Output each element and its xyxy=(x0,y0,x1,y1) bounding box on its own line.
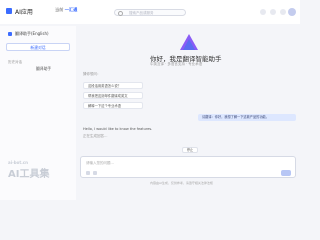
stop-button[interactable]: 停止 xyxy=(182,147,198,153)
reply-status: 正在生成回答… xyxy=(83,134,108,138)
suggestion-chip[interactable]: 帮我把这封邮件翻译成英文 xyxy=(83,92,143,99)
breadcrumb-prefix: 当前 xyxy=(55,7,64,12)
brand-name[interactable]: AI应用 xyxy=(15,7,33,16)
chat-input[interactable]: 请输入您的问题... xyxy=(80,156,296,178)
app-logo-icon[interactable] xyxy=(6,8,12,14)
new-chat-button[interactable]: 新建对话 xyxy=(6,43,70,51)
breadcrumb-link[interactable]: 一汇通 xyxy=(65,7,78,12)
image-icon[interactable] xyxy=(93,171,97,175)
suggestion-chip[interactable]: 这段话用英语怎么说？ xyxy=(83,82,143,89)
assistant-reply: Hello, I would like to know the features… xyxy=(83,127,153,131)
assistant-icon xyxy=(8,32,12,36)
help-icon[interactable] xyxy=(270,9,276,15)
bell-icon[interactable] xyxy=(260,9,266,15)
chat-input-placeholder: 请输入您的问题... xyxy=(86,161,114,165)
sidebar-title: 翻译助手(English) xyxy=(15,31,49,36)
suggestion-label: 猜你想问： xyxy=(83,72,101,76)
settings-icon[interactable] xyxy=(280,9,286,15)
search-icon xyxy=(118,10,123,16)
suggestion-chip[interactable]: 解释一下这个专业术语 xyxy=(83,102,143,109)
sidebar-section-label: 历史对话 xyxy=(8,60,22,64)
footer-disclaimer: 内容由AI生成，仅供参考，请遵守相关法律法规 xyxy=(150,181,213,185)
avatar[interactable] xyxy=(288,8,296,16)
user-message-bubble: 请翻译：你好，我想了解一下这款产品的功能。 xyxy=(198,114,296,121)
search-input[interactable]: 搜索产品或服务 xyxy=(114,9,186,16)
hero-subtitle: 中英互译 · 多语言支持 · 专业术语 xyxy=(150,62,203,66)
watermark-logo: AI工具集 xyxy=(8,169,50,180)
breadcrumb[interactable]: 当前 一汇通 xyxy=(55,7,77,13)
sidebar-item-chat[interactable]: 翻译助手 xyxy=(8,66,66,72)
assistant-logo-icon xyxy=(180,34,198,50)
attach-icon[interactable] xyxy=(86,171,90,175)
send-button[interactable] xyxy=(281,170,291,176)
